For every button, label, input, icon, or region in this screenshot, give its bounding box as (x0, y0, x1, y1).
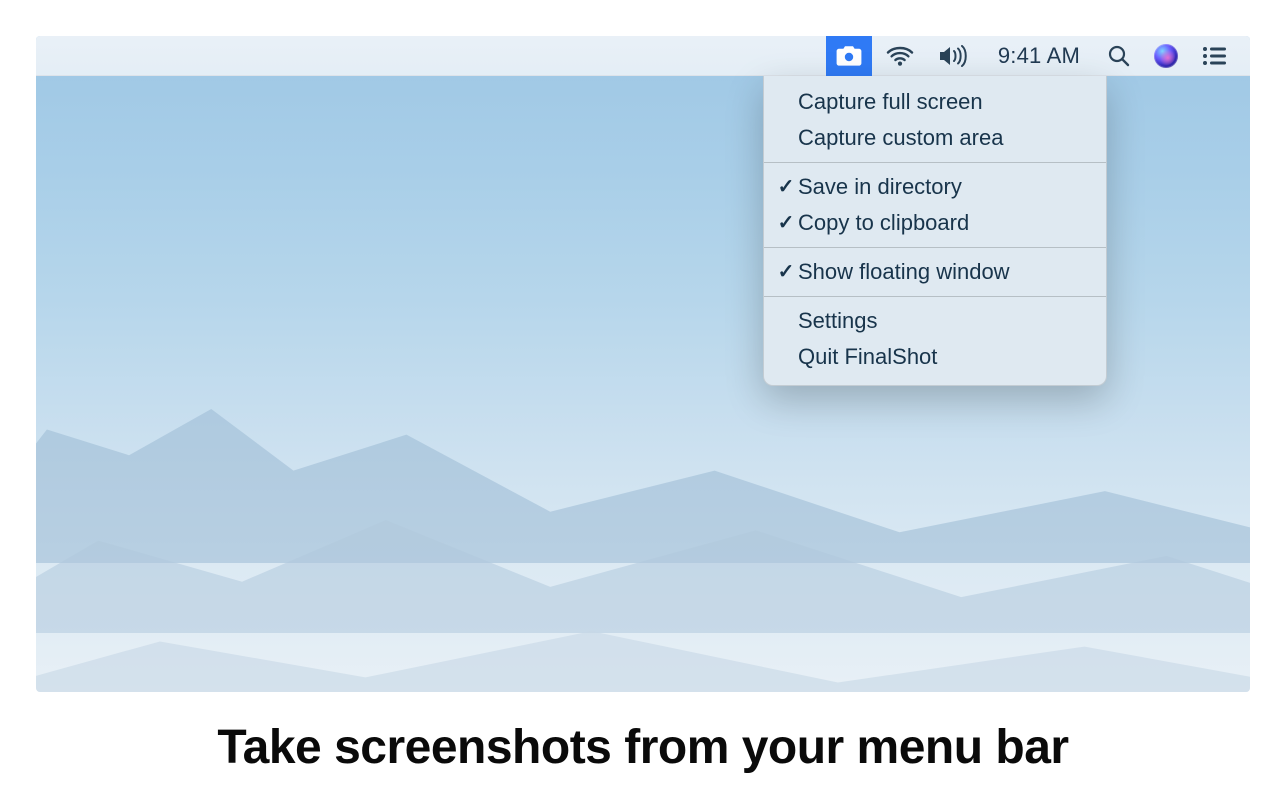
menu-item-label: Save in directory (798, 171, 1084, 203)
menu-bar: 9:41 AM (36, 36, 1250, 76)
check-icon: ✓ (774, 171, 798, 203)
menu-item-label: Show floating window (798, 256, 1084, 288)
menubar-wifi[interactable] (876, 36, 924, 76)
app-dropdown-menu: Capture full screen Capture custom area … (763, 76, 1107, 386)
menu-separator (764, 296, 1106, 297)
menu-show-floating-window[interactable]: ✓ Show floating window (764, 254, 1106, 290)
menubar-notification-center[interactable] (1192, 36, 1236, 76)
mountain-layer-mid (36, 366, 1250, 633)
check-icon: ✓ (774, 256, 798, 288)
menu-settings[interactable]: Settings (764, 303, 1106, 339)
menubar-app-icon[interactable] (826, 36, 872, 76)
search-icon (1108, 45, 1130, 67)
wifi-icon (886, 45, 914, 67)
menu-copy-to-clipboard[interactable]: ✓ Copy to clipboard (764, 205, 1106, 241)
menu-separator (764, 247, 1106, 248)
desktop-wallpaper: 9:41 AM (36, 36, 1250, 692)
menu-capture-full-screen[interactable]: Capture full screen (764, 84, 1106, 120)
menubar-siri[interactable] (1144, 36, 1188, 76)
menu-item-label: Settings (798, 305, 1084, 337)
siri-icon (1154, 44, 1178, 68)
menu-item-label: Capture custom area (798, 122, 1084, 154)
volume-icon (938, 45, 970, 67)
menu-item-label: Copy to clipboard (798, 207, 1084, 239)
menu-capture-custom-area[interactable]: Capture custom area (764, 120, 1106, 156)
menubar-spotlight[interactable] (1098, 36, 1140, 76)
menubar-clock[interactable]: 9:41 AM (984, 43, 1094, 69)
list-icon (1202, 46, 1226, 66)
menu-save-in-directory[interactable]: ✓ Save in directory (764, 169, 1106, 205)
menu-separator (764, 162, 1106, 163)
menu-quit[interactable]: Quit FinalShot (764, 339, 1106, 375)
marketing-caption: Take screenshots from your menu bar (0, 720, 1286, 775)
menubar-volume[interactable] (928, 36, 980, 76)
camera-icon (836, 45, 862, 67)
menu-item-label: Quit FinalShot (798, 341, 1084, 373)
menu-item-label: Capture full screen (798, 86, 1084, 118)
mountain-layer-front (36, 436, 1250, 692)
check-icon: ✓ (774, 207, 798, 239)
